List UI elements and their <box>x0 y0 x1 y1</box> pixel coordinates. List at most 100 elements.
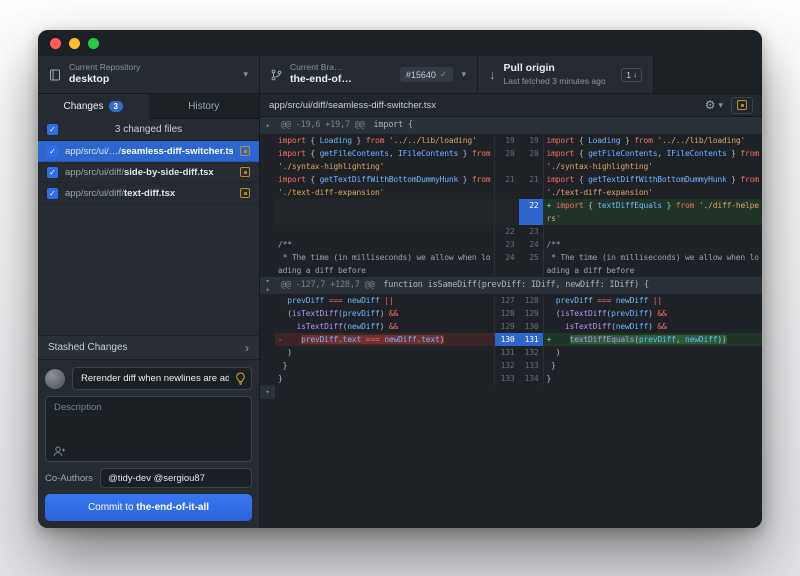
diff-line-number[interactable]: 23 <box>519 225 544 238</box>
diff-gutter <box>260 294 275 307</box>
diff-row: (isTextDiff(prevDiff) &&128129 (isTextDi… <box>260 307 762 320</box>
coauthors-label: Co-Authors <box>45 473 93 484</box>
branch-icon <box>271 69 282 81</box>
diff-gutter <box>260 199 275 225</box>
file-status-button[interactable] <box>731 97 753 114</box>
diff-line-number[interactable]: 24 <box>494 251 519 277</box>
diff-line-number[interactable]: 20 <box>519 147 544 173</box>
pr-status-badge[interactable]: #15640 ✓ <box>400 67 454 82</box>
file-row[interactable]: ✓ app/src/ui/diff/side-by-side-diff.tsx <box>38 162 259 183</box>
diff-line-number[interactable]: 131 <box>494 346 519 359</box>
diff-gutter <box>260 134 275 147</box>
diff-row: /**2324/** <box>260 238 762 251</box>
repository-switcher[interactable]: Current Repository desktop ▾ <box>38 56 260 93</box>
tab-changes-label: Changes <box>64 101 104 112</box>
commit-description-input[interactable] <box>54 402 243 443</box>
diff-row: ▾ <box>260 385 762 399</box>
branch-label: Current Bra… <box>290 62 392 73</box>
diff-line-number[interactable]: 133 <box>494 372 519 385</box>
diff-row: }132133 } <box>260 359 762 372</box>
diff-code-left: isTextDiff(newDiff) && <box>275 320 494 333</box>
diff-row: * The time (in milliseconds) we allow wh… <box>260 251 762 277</box>
diff-line-number[interactable]: 21 <box>494 173 519 199</box>
pull-origin-button[interactable]: ↓ Pull origin Last fetched 3 minutes ago… <box>478 56 654 93</box>
close-button[interactable] <box>50 38 61 49</box>
diff-code-left: import { Loading } from '../../lib/loadi… <box>275 134 494 147</box>
file-path: app/src/ui/…/seamless-diff-switcher.tsx <box>65 146 233 157</box>
diff-line-number[interactable]: 132 <box>519 346 544 359</box>
diff-line-number[interactable] <box>494 199 519 225</box>
diff-gutter <box>260 307 275 320</box>
file-path: app/src/ui/diff/text-diff.tsx <box>65 188 233 199</box>
repository-text: Current Repository desktop <box>69 62 235 87</box>
diff-line-number[interactable]: 131 <box>519 333 544 346</box>
branch-text: Current Bra… the-end-of… <box>290 62 392 87</box>
file-row[interactable]: ✓ app/src/ui/diff/text-diff.tsx <box>38 183 259 204</box>
branch-switcher[interactable]: Current Bra… the-end-of… #15640 ✓ ▾ <box>260 56 478 93</box>
diff-row: import { getFileContents, IFileContents … <box>260 147 762 173</box>
minimize-button[interactable] <box>69 38 80 49</box>
diff-line-number[interactable]: 134 <box>519 372 544 385</box>
sidebar-tabs: Changes 3 History <box>38 94 259 119</box>
changed-file-list: ✓ app/src/ui/…/seamless-diff-switcher.ts… <box>38 141 259 335</box>
diff-line-number[interactable]: 127 <box>494 294 519 307</box>
file-dir: app/src/ui/diff/ <box>65 167 124 178</box>
diff-code-left: } <box>275 359 494 372</box>
diff-code-left: } <box>275 372 494 385</box>
diff-line-number[interactable]: 20 <box>494 147 519 173</box>
diff-row: import { Loading } from '../../lib/loadi… <box>260 134 762 147</box>
diff-line-number[interactable]: 19 <box>519 134 544 147</box>
tab-changes[interactable]: Changes 3 <box>38 94 149 119</box>
gear-icon: ⚙ <box>705 99 716 111</box>
file-dir: app/src/ui/…/ <box>65 146 121 157</box>
diff-settings-button[interactable]: ⚙ ▾ <box>705 99 723 111</box>
diff-line-number[interactable]: 21 <box>519 173 544 199</box>
diff-row: )131132 ) <box>260 346 762 359</box>
diff-code-left: prevDiff === newDiff || <box>275 294 494 307</box>
diff-line-number[interactable]: 25 <box>519 251 544 277</box>
modified-icon <box>240 167 250 177</box>
commit-form: Co-Authors @tidy-dev @sergiou87 Commit t… <box>38 360 259 528</box>
diff-line-number[interactable]: 22 <box>494 225 519 238</box>
file-row[interactable]: ✓ app/src/ui/…/seamless-diff-switcher.ts… <box>38 141 259 162</box>
lightbulb-icon[interactable] <box>235 372 246 385</box>
diff-line-number[interactable]: 22 <box>519 199 544 225</box>
zoom-button[interactable] <box>88 38 99 49</box>
select-all-checkbox[interactable]: ✓ <box>47 124 58 135</box>
diff-line-number[interactable]: 19 <box>494 134 519 147</box>
branch-name: the-end-of… <box>290 73 392 87</box>
diff-line-number[interactable]: 23 <box>494 238 519 251</box>
diff-code-left: ) <box>275 346 494 359</box>
expand-diff-button[interactable]: ▾ <box>260 385 275 399</box>
diff-line-number[interactable]: 130 <box>519 320 544 333</box>
diff-line-number[interactable]: 129 <box>494 320 519 333</box>
commit-summary-input[interactable] <box>72 367 252 390</box>
pr-number: #15640 <box>406 70 436 80</box>
diff-line-number[interactable]: 133 <box>519 359 544 372</box>
stashed-changes-row[interactable]: Stashed Changes › <box>38 335 259 360</box>
chevron-right-icon: › <box>245 341 249 355</box>
coauthors-row: Co-Authors @tidy-dev @sergiou87 <box>45 468 252 488</box>
diff-line-number[interactable]: 129 <box>519 307 544 320</box>
diff-view: ▴@@ -19,6 +19,7 @@ import {import { Load… <box>260 117 762 528</box>
summary-field-wrap <box>72 367 252 390</box>
file-checkbox[interactable]: ✓ <box>47 188 58 199</box>
commit-button[interactable]: Commit to the-end-of-it-all <box>45 494 252 521</box>
pull-text: Pull origin Last fetched 3 minutes ago <box>504 62 614 87</box>
file-checkbox[interactable]: ✓ <box>47 146 58 157</box>
diff-line-number[interactable]: 128 <box>519 294 544 307</box>
expand-diff-button[interactable]: ▴ <box>260 117 275 134</box>
diff-line-number[interactable]: 132 <box>494 359 519 372</box>
expand-diff-button[interactable]: ▾▴ <box>260 277 275 294</box>
tab-history[interactable]: History <box>149 94 260 119</box>
file-checkbox[interactable]: ✓ <box>47 167 58 178</box>
diff-gutter <box>260 225 275 238</box>
diff-line-number[interactable]: 24 <box>519 238 544 251</box>
titlebar[interactable] <box>38 30 762 56</box>
diff-code-left <box>275 199 494 225</box>
diff-line-number[interactable]: 128 <box>494 307 519 320</box>
add-coauthor-icon[interactable] <box>53 446 66 457</box>
diff-line-number[interactable]: 130 <box>494 333 519 346</box>
diff-row: ▴@@ -19,6 +19,7 @@ import { <box>260 117 762 134</box>
coauthors-input[interactable]: @tidy-dev @sergiou87 <box>100 468 252 488</box>
